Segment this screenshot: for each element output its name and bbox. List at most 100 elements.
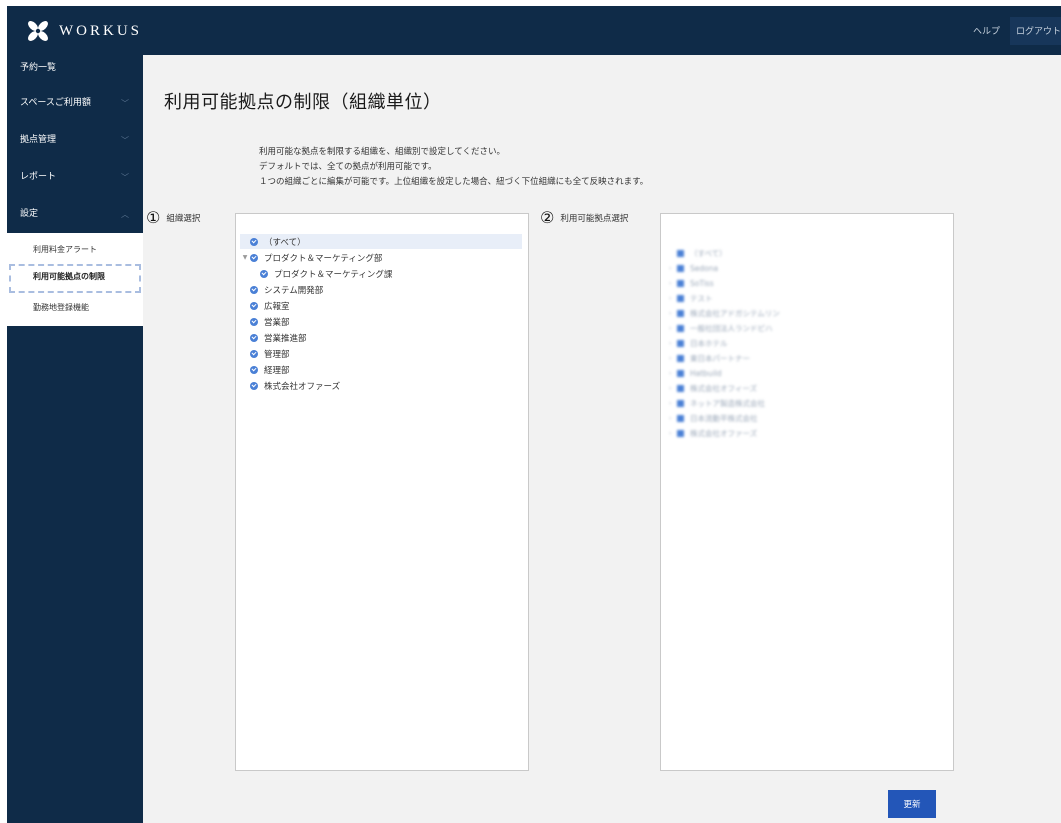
checkbox-icon: [677, 400, 684, 407]
base-item[interactable]: › 株式会社アドガシテムリン: [669, 306, 780, 321]
help-link[interactable]: ヘルプ: [973, 24, 1000, 37]
check-icon: [250, 365, 258, 374]
checkbox-icon: [677, 250, 684, 257]
checkbox-icon: [677, 265, 684, 272]
tree-item[interactable]: ▼ プロダクト＆マーケティング部: [240, 250, 382, 265]
header-links: ヘルプ ログアウト: [973, 6, 1061, 55]
check-icon: [250, 253, 258, 262]
org-select-text: 組織選択: [166, 213, 201, 224]
base-list-panel[interactable]: （すべて） › Sedona › SoTiss › テスト › 株式会社アドガシテムリン…: [660, 213, 954, 771]
tree-item[interactable]: 経理部: [240, 362, 290, 377]
base-item-label: 一般社団法人ランドピハ: [690, 324, 773, 333]
org-tree-panel[interactable]: （すべて） ▼ プロダクト＆マーケティング部 プロダクト＆マーケティング課 シス…: [235, 213, 529, 771]
base-item[interactable]: › Hatbuild: [669, 366, 722, 381]
check-icon: [250, 285, 258, 294]
checkbox-icon: [677, 325, 684, 332]
check-icon: [250, 349, 258, 358]
tree-item-child[interactable]: プロダクト＆マーケティング課: [250, 266, 392, 281]
sidebar-item-base-management[interactable]: 拠点管理 ﹀: [7, 122, 143, 159]
submenu-item-fee-alert[interactable]: 利用料金アラート: [7, 237, 143, 262]
base-item[interactable]: › 日本流動平株式会社: [669, 411, 758, 426]
update-button[interactable]: 更新: [888, 790, 936, 818]
sidebar-item-reservations[interactable]: 予約一覧: [7, 55, 143, 85]
description-line: デフォルトでは、全ての拠点が利用可能です。: [259, 162, 437, 172]
submenu-item-base-restriction[interactable]: 利用可能拠点の制限: [9, 264, 141, 293]
tree-item[interactable]: 営業推進部: [240, 330, 307, 345]
check-icon: [250, 237, 258, 246]
base-item[interactable]: › SoTiss: [669, 276, 714, 291]
tree-item[interactable]: 営業部: [240, 314, 290, 329]
checkbox-icon: [677, 415, 684, 422]
org-select-label: ① 組織選択: [146, 208, 200, 227]
description-line: 利用可能な拠点を制限する組織を、組織別で設定してください。: [259, 147, 505, 157]
base-item[interactable]: › Sedona: [669, 261, 718, 276]
app-window: WORKUS ヘルプ ログアウト 予約一覧 スペースご利用額 ﹀ 拠点管理 ﹀ …: [7, 6, 1061, 823]
description-line: １つの組織ごとに編集が可能です。上位組織を設定した場合、紐づく下位組織にも全て反…: [259, 177, 649, 187]
workus-logo-icon: [28, 21, 48, 41]
checkbox-icon: [677, 340, 684, 347]
submenu-item-label: 利用可能拠点の制限: [33, 272, 105, 281]
sidebar-item-settings[interactable]: 設定 ︿: [7, 196, 143, 233]
tree-item-label: システム開発部: [264, 285, 324, 296]
base-item-label: テスト: [690, 294, 713, 303]
tree-item-label: 営業部: [264, 317, 290, 328]
caret-down-icon[interactable]: ▼: [240, 254, 250, 261]
tree-item-label: 経理部: [264, 365, 290, 376]
tree-item-label: 営業推進部: [264, 333, 307, 344]
checkbox-icon: [677, 280, 684, 287]
base-item[interactable]: › 一般社団法人ランドピハ: [669, 321, 773, 336]
tree-item[interactable]: 広報室: [240, 298, 290, 313]
base-item-label: 株式会社アドガシテムリン: [690, 309, 780, 318]
check-icon: [250, 333, 258, 342]
sidebar-item-reports[interactable]: レポート ﹀: [7, 159, 143, 196]
base-item[interactable]: （すべて）: [669, 246, 727, 261]
submenu-item-label: 勤務地登録機能: [33, 303, 89, 312]
brand-name: WORKUS: [59, 22, 143, 39]
submenu-item-workplace-registration[interactable]: 勤務地登録機能: [7, 295, 143, 320]
checkbox-icon: [677, 430, 684, 437]
tree-item-label: （すべて）: [264, 237, 306, 248]
tree-item-label: 広報室: [264, 301, 290, 312]
check-icon: [250, 381, 258, 390]
chevron-up-icon: ︿: [121, 210, 129, 219]
page-description: 利用可能な拠点を制限する組織を、組織別で設定してください。 デフォルトでは、全て…: [259, 145, 648, 190]
sidebar-item-label: 予約一覧: [20, 63, 57, 73]
checkbox-icon: [677, 355, 684, 362]
base-item[interactable]: › 東日本パートナー: [669, 351, 750, 366]
tree-item-label: 管理部: [264, 349, 290, 360]
base-item[interactable]: › テスト: [669, 291, 713, 306]
base-item-label: 日本ホテル: [690, 339, 728, 348]
checkbox-icon: [677, 295, 684, 302]
base-item[interactable]: › 株式会社オファーズ: [669, 426, 757, 441]
tree-item[interactable]: 管理部: [240, 346, 290, 361]
brand-logo[interactable]: WORKUS: [25, 17, 142, 45]
chevron-down-icon: ﹀: [121, 173, 129, 182]
checkbox-icon: [677, 310, 684, 317]
sidebar-item-label: スペースご利用額: [20, 98, 91, 108]
checkbox-icon: [677, 385, 684, 392]
base-item-label: 株式会社オフィーズ: [690, 384, 757, 393]
chevron-down-icon: ﹀: [121, 99, 129, 108]
base-item-label: Sedona: [690, 264, 719, 273]
sidebar: 予約一覧 スペースご利用額 ﹀ 拠点管理 ﹀ レポート ﹀ 設定 ︿ 利用料金ア…: [7, 55, 143, 823]
base-item[interactable]: › 日本ホテル: [669, 336, 728, 351]
base-item-label: 株式会社オファーズ: [690, 429, 758, 438]
tree-item[interactable]: システム開発部: [240, 282, 323, 297]
base-item-label: Hatbuild: [690, 369, 722, 378]
tree-item-label: プロダクト＆マーケティング部: [264, 253, 383, 264]
tree-item-all[interactable]: （すべて）: [240, 234, 522, 249]
logout-link[interactable]: ログアウト: [1016, 24, 1061, 37]
chevron-down-icon: ﹀: [121, 136, 129, 145]
base-item[interactable]: › ネットア製造株式会社: [669, 396, 765, 411]
sidebar-item-label: 設定: [20, 209, 39, 219]
main-content: 利用可能拠点の制限（組織単位） 利用可能な拠点を制限する組織を、組織別で設定して…: [143, 55, 1061, 823]
check-icon: [260, 269, 268, 278]
sidebar-item-space-usage[interactable]: スペースご利用額 ﹀: [7, 85, 143, 122]
submenu-item-label: 利用料金アラート: [33, 245, 97, 254]
base-item-label: ネットア製造株式会社: [690, 399, 765, 408]
base-item[interactable]: › 株式会社オフィーズ: [669, 381, 757, 396]
tree-item[interactable]: 株式会社オファーズ: [240, 378, 340, 393]
step-number: ①: [146, 208, 161, 227]
base-item-label: 日本流動平株式会社: [690, 414, 758, 423]
check-icon: [250, 301, 258, 310]
